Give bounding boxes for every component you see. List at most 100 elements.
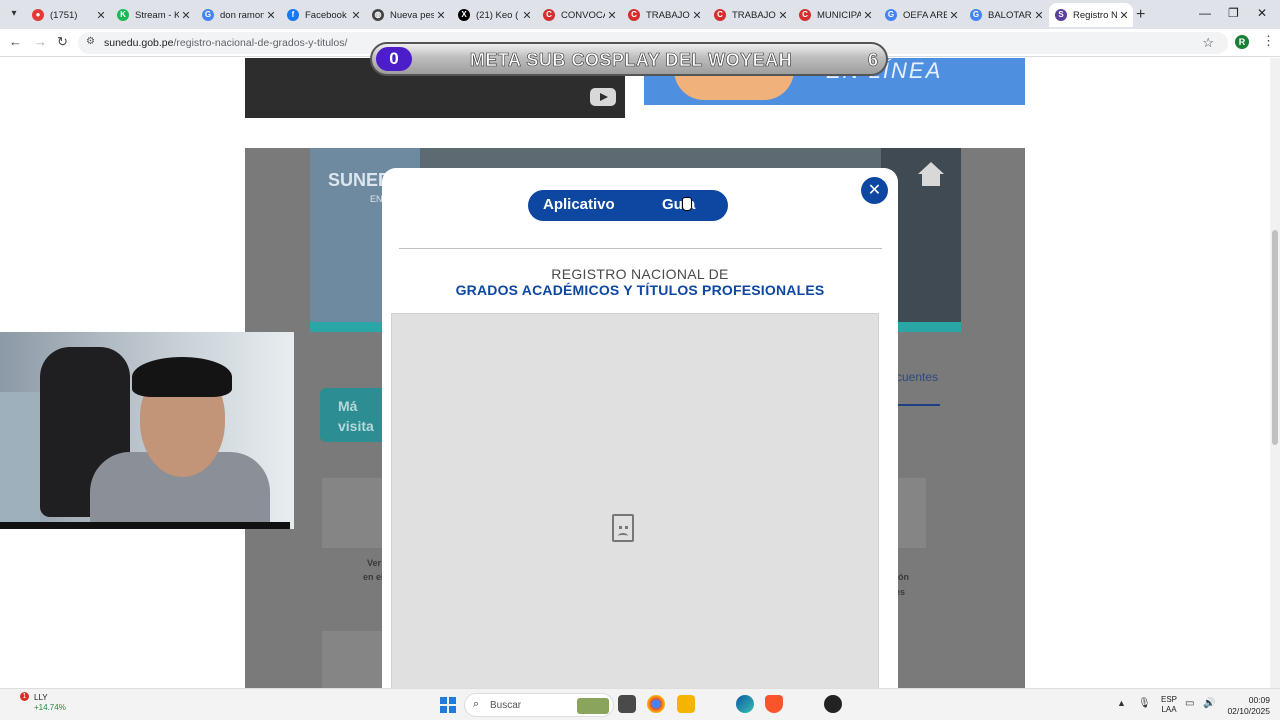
tab-close-icon[interactable]: ✕ [264, 9, 278, 22]
task-view-icon[interactable] [618, 695, 636, 713]
modal-subtitle: GRADOS ACADÉMICOS Y TÍTULOS PROFESIONALE… [455, 282, 825, 298]
modal-title: REGISTRO NACIONAL DE [551, 266, 729, 282]
tab-favicon-icon: G [970, 9, 982, 21]
new-tab-button[interactable]: + [1136, 6, 1145, 24]
browser-tab[interactable]: K Stream - K ✕ [111, 3, 195, 27]
window-close-icon[interactable]: ✕ [1257, 6, 1267, 20]
reload-icon[interactable]: ↻ [57, 34, 68, 50]
browser-tab[interactable]: G BALOTAR ✕ [964, 3, 1048, 27]
browser-tab[interactable]: C MUNICIPA ✕ [793, 3, 877, 27]
tab-close-icon[interactable]: ✕ [1032, 9, 1046, 22]
lang-bottom: LAA [1161, 705, 1177, 714]
url-text[interactable]: sunedu.gob.pe/registro-nacional-de-grado… [104, 37, 347, 49]
tab-label: MUNICIPA [817, 9, 861, 21]
back-icon[interactable]: ← [9, 34, 22, 49]
chrome-icon[interactable] [647, 695, 665, 713]
browser-tab[interactable]: X (21) Keo (✕ [452, 3, 536, 27]
tab-close-icon[interactable]: ✕ [776, 9, 790, 22]
system-clock[interactable]: 00:09 02/10/2025 [1226, 695, 1270, 717]
edge-icon[interactable] [736, 695, 754, 713]
embedded-frame[interactable] [391, 313, 879, 688]
sub-goal-bar: 0 META SUB COSPLAY DEL WOYEAH 6 [370, 42, 888, 76]
url-path: /registro-nacional-de-grados-y-titulos/ [173, 37, 348, 49]
service-card[interactable] [322, 631, 384, 688]
bookmark-star-icon[interactable]: ☆ [1202, 35, 1214, 51]
tab-close-icon[interactable]: ✕ [690, 9, 704, 22]
tab-label: BALOTAR [988, 9, 1032, 21]
tab-favicon-icon: G [202, 9, 214, 21]
tab-close-icon[interactable]: ✕ [861, 9, 875, 22]
browser-tab[interactable]: S Registro N ✕ [1049, 3, 1133, 27]
service-card[interactable] [896, 478, 926, 548]
registro-modal: Aplicativo Guía ✕ REGISTRO NACIONAL DE G… [382, 168, 898, 688]
tab-favicon-icon: C [799, 9, 811, 21]
tray-overflow-icon[interactable]: ▲ [1117, 698, 1126, 708]
tab-close-icon[interactable]: ✕ [1117, 9, 1131, 22]
forward-icon[interactable]: → [34, 34, 47, 49]
browser-menu-icon[interactable]: ⋮ [1262, 33, 1275, 49]
scrollbar-thumb[interactable] [1272, 230, 1278, 445]
tab-favicon-icon: C [714, 9, 726, 21]
modal-divider [399, 248, 882, 249]
tab-close-icon[interactable]: ✕ [349, 9, 363, 22]
view-toggle: Aplicativo Guía [528, 190, 728, 221]
obs-icon[interactable] [824, 695, 842, 713]
tab-close-icon[interactable]: ✕ [179, 9, 193, 22]
tab-label: CONVOCA [561, 9, 605, 21]
tab-label: Registro N [1073, 9, 1117, 21]
browser-tab[interactable]: ● (1751) ✕ [26, 3, 110, 27]
network-icon[interactable]: ▭ [1185, 698, 1194, 709]
tab-favicon-icon: C [628, 9, 640, 21]
stock-change: +14.74% [34, 703, 66, 712]
webcam-overlay [0, 332, 294, 529]
home-icon[interactable] [918, 162, 944, 188]
tab-label: TRABAJOS [646, 9, 690, 21]
faq-tab-label[interactable]: cuentes [896, 370, 938, 384]
service-card[interactable] [322, 478, 384, 548]
language-indicator[interactable]: ESP LAA [1161, 695, 1177, 715]
browser-tab[interactable]: C TRABAJOS✕ [708, 3, 792, 27]
browser-tab[interactable]: Gdon ramon ✕ [196, 3, 280, 27]
restore-icon[interactable]: ❐ [1228, 6, 1239, 20]
volume-icon[interactable]: 🔊 [1203, 698, 1215, 709]
tab-search-icon[interactable]: ▾ [6, 6, 22, 22]
tab-label: Nueva pes [390, 9, 434, 21]
youtube-logo-icon[interactable] [590, 88, 616, 106]
browser-tab[interactable]: f Facebook ✕ [281, 3, 365, 27]
mas-visitados-text: Má visita [338, 398, 374, 434]
site-info-icon[interactable]: ⚙ [86, 36, 95, 47]
aplicativo-toggle[interactable]: Aplicativo [543, 196, 615, 213]
tab-favicon-icon: f [287, 9, 299, 21]
browser-tab[interactable]: G OEFA ARE ✕ [879, 3, 963, 27]
profile-avatar[interactable]: R [1235, 35, 1249, 49]
search-highlight-image [577, 698, 609, 714]
browser-tab[interactable]: C TRABAJOS✕ [622, 3, 706, 27]
faq-tab-underline [896, 404, 940, 406]
microphone-icon[interactable]: 🎙 [1138, 698, 1151, 709]
tab-close-icon[interactable]: ✕ [94, 9, 108, 22]
widget-badge: 1 [20, 692, 29, 701]
webcam-shelf [0, 392, 40, 522]
minimize-icon[interactable]: — [1199, 6, 1211, 20]
tab-favicon-icon: X [458, 9, 470, 21]
card-text: en el [363, 572, 384, 582]
file-explorer-icon[interactable] [677, 695, 695, 713]
tab-label: Stream - K [135, 9, 179, 21]
tab-close-icon[interactable]: ✕ [434, 9, 448, 22]
search-icon: ⌕ [473, 698, 480, 710]
page-scrollbar[interactable] [1270, 58, 1280, 688]
browser-tab[interactable]: ◍ Nueva pes ✕ [366, 3, 450, 27]
start-button[interactable] [440, 697, 456, 713]
taskbar-search[interactable]: ⌕ Buscar [464, 693, 614, 717]
brave-icon[interactable] [765, 695, 783, 713]
browser-tab[interactable]: C CONVOCA ✕ [537, 3, 621, 27]
tab-favicon-icon: G [885, 9, 897, 21]
tab-label: TRABAJOS [732, 9, 776, 21]
tab-close-icon[interactable]: ✕ [947, 9, 961, 22]
modal-close-button[interactable]: ✕ [861, 177, 888, 204]
taskbar-search-placeholder: Buscar [490, 700, 522, 711]
goal-target-count: 6 [868, 50, 879, 71]
tab-close-icon[interactable]: ✕ [520, 9, 534, 22]
tab-close-icon[interactable]: ✕ [605, 9, 619, 22]
url-host: sunedu.gob.pe [104, 37, 174, 49]
